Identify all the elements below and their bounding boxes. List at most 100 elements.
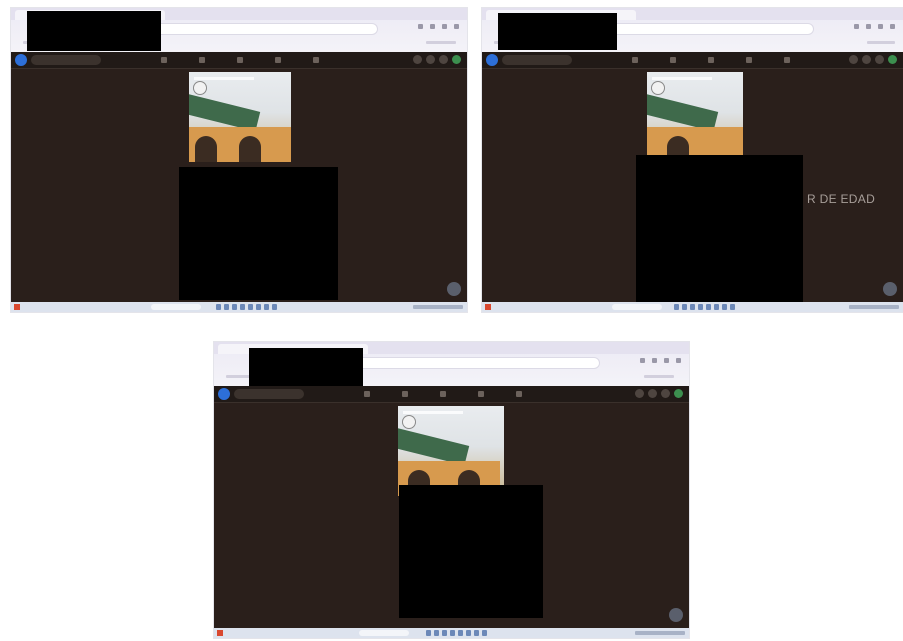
menu-grid-icon[interactable]: [849, 55, 858, 64]
home-icon[interactable]: [632, 57, 638, 63]
chat-icon[interactable]: [669, 608, 683, 622]
browser-toolbar-icons: [854, 24, 895, 29]
facebook-topbar: [482, 52, 903, 69]
menu-icon[interactable]: [676, 358, 681, 363]
taskbar-app-icon[interactable]: [482, 630, 487, 636]
taskbar-app-icon[interactable]: [690, 304, 695, 310]
notification-icon[interactable]: [661, 389, 670, 398]
marketplace-icon[interactable]: [708, 57, 714, 63]
browser-toolbar-icons: [418, 24, 459, 29]
taskbar-app-icon[interactable]: [706, 304, 711, 310]
story-image-arch: [239, 136, 261, 162]
favorites-icon[interactable]: [866, 24, 871, 29]
messenger-icon[interactable]: [862, 55, 871, 64]
avatar[interactable]: [452, 55, 461, 64]
facebook-logo-icon[interactable]: [218, 388, 230, 400]
taskbar-app-icon[interactable]: [474, 630, 479, 636]
taskbar-app-icon[interactable]: [458, 630, 463, 636]
taskbar-search[interactable]: [612, 304, 662, 310]
windows-start-icon[interactable]: [485, 304, 491, 310]
gaming-icon[interactable]: [784, 57, 790, 63]
windows-taskbar: [11, 302, 467, 312]
story-avatar[interactable]: [403, 416, 415, 428]
account-icons: [413, 55, 461, 64]
taskbar-app-icon[interactable]: [264, 304, 269, 310]
facebook-logo-icon[interactable]: [15, 54, 27, 66]
chat-icon[interactable]: [447, 282, 461, 296]
taskbar-app-icon[interactable]: [730, 304, 735, 310]
groups-icon[interactable]: [478, 391, 484, 397]
groups-icon[interactable]: [746, 57, 752, 63]
taskbar-app-icon[interactable]: [224, 304, 229, 310]
taskbar-search[interactable]: [151, 304, 201, 310]
story-avatar[interactable]: [652, 82, 664, 94]
search-input[interactable]: [502, 55, 572, 65]
messenger-icon[interactable]: [648, 389, 657, 398]
windows-start-icon[interactable]: [217, 630, 223, 636]
story-card[interactable]: [398, 406, 504, 496]
taskbar-app-icon[interactable]: [426, 630, 431, 636]
story-card[interactable]: [189, 72, 291, 162]
profile-icon[interactable]: [664, 358, 669, 363]
video-icon[interactable]: [670, 57, 676, 63]
marketplace-icon[interactable]: [237, 57, 243, 63]
search-input[interactable]: [234, 389, 304, 399]
avatar[interactable]: [888, 55, 897, 64]
redaction-box: [636, 155, 803, 302]
extension-icon[interactable]: [640, 358, 645, 363]
screenshot-3: [214, 342, 689, 638]
menu-icon[interactable]: [454, 24, 459, 29]
notification-icon[interactable]: [875, 55, 884, 64]
groups-icon[interactable]: [275, 57, 281, 63]
taskbar-app-icon[interactable]: [466, 630, 471, 636]
profile-icon[interactable]: [878, 24, 883, 29]
gaming-icon[interactable]: [313, 57, 319, 63]
home-icon[interactable]: [364, 391, 370, 397]
story-avatar[interactable]: [194, 82, 206, 94]
avatar[interactable]: [674, 389, 683, 398]
taskbar-app-icon[interactable]: [232, 304, 237, 310]
gaming-icon[interactable]: [516, 391, 522, 397]
redaction-box: [399, 485, 543, 618]
notification-icon[interactable]: [439, 55, 448, 64]
taskbar-app-icon[interactable]: [714, 304, 719, 310]
search-input[interactable]: [31, 55, 101, 65]
extension-icon[interactable]: [854, 24, 859, 29]
menu-grid-icon[interactable]: [635, 389, 644, 398]
menu-icon[interactable]: [890, 24, 895, 29]
system-tray: [413, 305, 463, 309]
taskbar-app-icon[interactable]: [256, 304, 261, 310]
taskbar-app-icon[interactable]: [240, 304, 245, 310]
profile-icon[interactable]: [442, 24, 447, 29]
account-icons: [849, 55, 897, 64]
taskbar-search[interactable]: [359, 630, 409, 636]
bookmark-item[interactable]: [426, 41, 456, 44]
taskbar-app-icon[interactable]: [698, 304, 703, 310]
taskbar-app-icon[interactable]: [682, 304, 687, 310]
extension-icon[interactable]: [418, 24, 423, 29]
home-icon[interactable]: [161, 57, 167, 63]
taskbar-app-icon[interactable]: [442, 630, 447, 636]
taskbar-app-icon[interactable]: [272, 304, 277, 310]
marketplace-icon[interactable]: [440, 391, 446, 397]
screenshot-1: [11, 8, 467, 312]
bookmark-item[interactable]: [644, 375, 674, 378]
taskbar-app-icon[interactable]: [248, 304, 253, 310]
taskbar-app-icon[interactable]: [674, 304, 679, 310]
taskbar-apps: [426, 630, 487, 636]
menu-grid-icon[interactable]: [413, 55, 422, 64]
favorites-icon[interactable]: [652, 358, 657, 363]
taskbar-app-icon[interactable]: [450, 630, 455, 636]
video-icon[interactable]: [199, 57, 205, 63]
messenger-icon[interactable]: [426, 55, 435, 64]
facebook-logo-icon[interactable]: [486, 54, 498, 66]
favorites-icon[interactable]: [430, 24, 435, 29]
chat-icon[interactable]: [883, 282, 897, 296]
video-icon[interactable]: [402, 391, 408, 397]
taskbar-app-icon[interactable]: [722, 304, 727, 310]
taskbar-app-icon[interactable]: [216, 304, 221, 310]
bookmark-item[interactable]: [867, 41, 895, 44]
story-card[interactable]: [647, 72, 743, 162]
taskbar-app-icon[interactable]: [434, 630, 439, 636]
windows-start-icon[interactable]: [14, 304, 20, 310]
